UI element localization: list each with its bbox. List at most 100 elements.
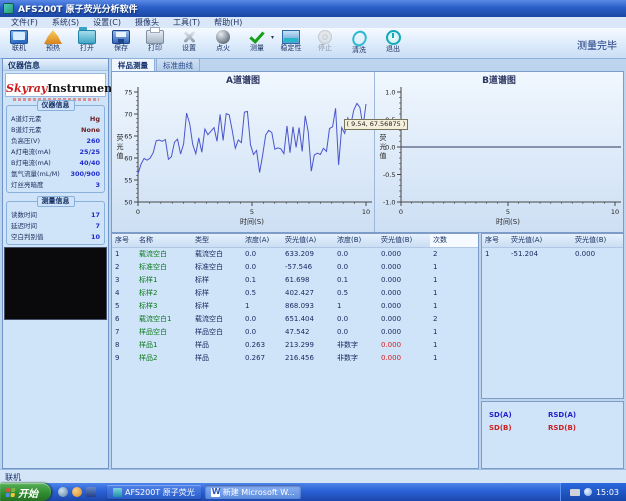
- svg-text:60: 60: [124, 155, 132, 163]
- cell: 标样3: [136, 300, 192, 313]
- toolbar: 联机预热打开保存打印设置点火测量▾稳定性停止清洗退出测量完毕: [0, 28, 626, 59]
- svg-text:0.0: 0.0: [385, 144, 395, 152]
- info-row: 氩气流量(mL/M)300/900: [7, 169, 104, 180]
- info-row: 灯丝亮暗度3: [7, 180, 104, 191]
- taskbar-tasks: AFS200T 原子荧光新建 Microsoft W...: [103, 485, 301, 499]
- cell: 1: [334, 300, 378, 313]
- clean-button[interactable]: 清洗: [342, 28, 376, 57]
- connect-button[interactable]: 联机: [2, 28, 36, 57]
- svg-text:1.0: 1.0: [385, 89, 395, 97]
- camera-preview[interactable]: [4, 247, 107, 320]
- cell: 2: [430, 248, 478, 261]
- quick-launch-icon-2[interactable]: [72, 487, 82, 497]
- table-row[interactable]: 3标样1标样0.161.6980.10.0001: [112, 274, 478, 287]
- chart-b-spectrum[interactable]: B道谱图-1.0-0.50.00.51.00510时间(S)荧光值: [374, 72, 623, 232]
- column-header[interactable]: 荧光值(A): [282, 234, 334, 247]
- cell: 载流空白: [136, 248, 192, 261]
- column-header[interactable]: 序号: [112, 234, 136, 247]
- quick-launch-icon-3[interactable]: [86, 487, 96, 497]
- cell: 4: [112, 287, 136, 300]
- menu-item[interactable]: 文件(F): [4, 17, 45, 28]
- ignite-button[interactable]: 点火: [206, 28, 240, 57]
- clock[interactable]: 15:03: [596, 488, 619, 497]
- cell: 0.1: [242, 274, 282, 287]
- cell: 标样: [192, 287, 242, 300]
- column-header[interactable]: 荧光值(A): [508, 234, 572, 247]
- column-header[interactable]: 次数: [430, 234, 478, 247]
- column-header[interactable]: 类型: [192, 234, 242, 247]
- sd-b-label: SD(B): [489, 424, 512, 432]
- windows-flag-icon: [6, 488, 16, 497]
- table-row[interactable]: 2标准空白标准空白0.0-57.5460.00.0001: [112, 261, 478, 274]
- settings-button[interactable]: 设置: [172, 28, 206, 57]
- chart-a-spectrum[interactable]: A道谱图5055606570750510时间(S)荧光值( 9.54, 67.5…: [112, 72, 374, 232]
- cell: 0.000: [378, 287, 430, 300]
- menu-item[interactable]: 设置(C): [86, 17, 128, 28]
- table-row[interactable]: 7样品空白样品空白0.047.5420.00.0001: [112, 326, 478, 339]
- table-row[interactable]: 4标样2标样0.5402.4270.50.0001: [112, 287, 478, 300]
- measure-button[interactable]: 测量▾: [240, 28, 274, 57]
- table-header-row: 序号名称类型浓度(A)荧光值(A)浓度(B)荧光值(B)次数: [112, 234, 478, 248]
- cell: 样品1: [136, 339, 192, 352]
- taskbar-task[interactable]: AFS200T 原子荧光: [107, 485, 201, 499]
- sidebar-header: 仪器信息: [3, 59, 108, 71]
- cell: 6: [112, 313, 136, 326]
- cell: 样品2: [136, 352, 192, 365]
- svg-text:荧: 荧: [380, 133, 387, 142]
- table-row[interactable]: 9样品2样品0.267216.456非数字0.0001: [112, 352, 478, 365]
- column-header[interactable]: 荧光值(B): [572, 234, 623, 247]
- tray-keyboard-icon[interactable]: [570, 489, 580, 496]
- stability-button[interactable]: 稳定性: [274, 28, 308, 57]
- cell: 0.0: [334, 248, 378, 261]
- cell: 868.093: [282, 300, 334, 313]
- column-header[interactable]: 序号: [482, 234, 508, 247]
- cell: 0.0: [334, 261, 378, 274]
- svg-text:B道谱图: B道谱图: [482, 74, 516, 86]
- cell: 1: [430, 326, 478, 339]
- cell: 0.0: [334, 326, 378, 339]
- table-row[interactable]: 5标样3标样1868.09310.0001: [112, 300, 478, 313]
- svg-text:70: 70: [124, 111, 132, 119]
- table-row[interactable]: 8样品1样品0.263213.299非数字0.0001: [112, 339, 478, 352]
- menu-item[interactable]: 工具(T): [166, 17, 207, 28]
- column-header[interactable]: 名称: [136, 234, 192, 247]
- stats-panel: SD(A) RSD(A) SD(B) RSD(B): [481, 401, 624, 469]
- stop-button[interactable]: 停止: [308, 28, 342, 57]
- start-button[interactable]: 开始: [0, 483, 51, 501]
- cell: 标样: [192, 300, 242, 313]
- cell: 0.000: [378, 248, 430, 261]
- cursor-tooltip: ( 9.54, 67.56875 ): [344, 119, 409, 130]
- cell: 载流空白: [192, 313, 242, 326]
- tab-sample-measure[interactable]: 样品测量: [111, 58, 155, 72]
- cell: 0.263: [242, 339, 282, 352]
- column-header[interactable]: 浓度(B): [334, 234, 378, 247]
- svg-text:荧: 荧: [117, 133, 124, 142]
- table-row[interactable]: 1载流空白载流空白0.0633.2090.00.0002: [112, 248, 478, 261]
- save-button[interactable]: 保存: [104, 28, 138, 57]
- column-header[interactable]: 浓度(A): [242, 234, 282, 247]
- taskbar-task[interactable]: 新建 Microsoft W...: [205, 485, 301, 499]
- instrument-info-panel: 仪器信息 SkyrayInstrument 仪器信息 A道灯元素HgB道灯元素N…: [2, 58, 109, 469]
- exit-button[interactable]: 退出: [376, 28, 410, 57]
- table-row[interactable]: 1-51.2040.000: [482, 248, 623, 261]
- menu-item[interactable]: 帮助(H): [207, 17, 249, 28]
- open-icon: [78, 30, 96, 44]
- preheat-button[interactable]: 预热: [36, 28, 70, 57]
- tab-standard-curve[interactable]: 标准曲线: [156, 58, 200, 72]
- menu-item[interactable]: 摄像头: [128, 17, 166, 28]
- quick-launch-icon-1[interactable]: [58, 487, 68, 497]
- cell: 0.000: [378, 274, 430, 287]
- cell: 0.000: [572, 248, 623, 261]
- cell: 7: [112, 326, 136, 339]
- print-button[interactable]: 打印: [138, 28, 172, 57]
- table-row[interactable]: 6载流空白1载流空白0.0651.4040.00.0002: [112, 313, 478, 326]
- main-area: 样品测量 标准曲线 A道谱图5055606570750510时间(S)荧光值( …: [111, 58, 624, 469]
- column-header[interactable]: 荧光值(B): [378, 234, 430, 247]
- window-titlebar: AFS200T 原子荧光分析软件: [0, 0, 626, 17]
- tray-volume-icon[interactable]: [584, 488, 592, 496]
- open-button[interactable]: 打开: [70, 28, 104, 57]
- svg-text:10: 10: [362, 208, 370, 216]
- svg-text:55: 55: [124, 177, 132, 185]
- cell: 0.000: [378, 261, 430, 274]
- cell: 0.000: [378, 352, 430, 365]
